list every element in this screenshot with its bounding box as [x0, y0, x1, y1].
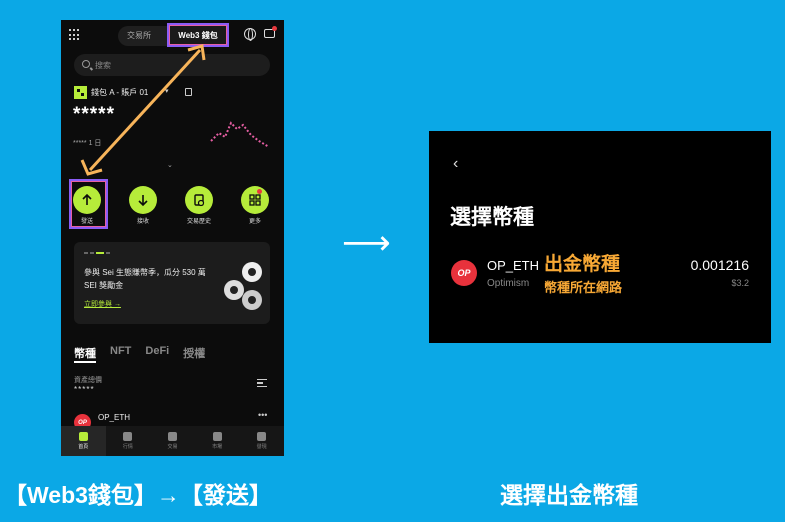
apps-grid-icon[interactable]	[69, 29, 81, 41]
asset-value-masked: *****	[74, 385, 95, 394]
bottom-nav: 首頁 行情 交易 市場 發現	[61, 426, 284, 456]
back-icon[interactable]: ‹	[453, 155, 458, 173]
nav-home[interactable]: 首頁	[61, 426, 106, 456]
trade-icon	[167, 432, 177, 441]
active-tab-indicator	[74, 361, 96, 363]
nav-trade[interactable]: 交易	[150, 426, 195, 456]
step-arrow-icon: ⟶	[342, 224, 391, 262]
wallet-icon	[78, 432, 88, 441]
nav-discover-label: 發現	[256, 444, 267, 450]
caption-right: 選擇出金幣種	[500, 482, 638, 508]
asset-tabs: 幣種 NFT DeFi 授權	[74, 345, 205, 361]
asset-value-label: 資產總價	[74, 377, 102, 384]
token-row[interactable]: OP OP_ETH •••	[74, 410, 270, 431]
expand-chevron-icon[interactable]: ⌄	[167, 161, 173, 169]
tab-exchange[interactable]: 交易所	[127, 30, 151, 41]
caption-left: 【Web3錢包】→【發送】	[4, 482, 272, 508]
receive-label: 接收	[136, 219, 149, 225]
annotation-coin-network: 幣種所在網路	[544, 280, 623, 295]
coin-name[interactable]: OP_ETH	[487, 258, 539, 273]
search-placeholder: 搜索	[95, 61, 111, 70]
wallet-name[interactable]: 錢包 A - 賬戶 01	[91, 87, 148, 98]
phone-screen: 交易所 Web3 錢包 搜索 錢包 A - 賬戶 01 ▾ ***** ****…	[61, 20, 284, 456]
coin-network: Optimism	[487, 278, 530, 289]
page-title: 選擇幣種	[450, 206, 534, 229]
tab-tokens[interactable]: 幣種	[74, 345, 96, 361]
nav-marketplace-label: 市場	[212, 444, 223, 450]
coin-amount: 0.001216	[690, 257, 749, 273]
nav-discover[interactable]: 發現	[239, 426, 284, 456]
carousel-dots	[84, 252, 110, 254]
globe-icon[interactable]	[244, 28, 256, 41]
more-badge-dot	[257, 189, 262, 194]
op-token-icon: OP	[451, 260, 477, 286]
copy-icon[interactable]	[185, 88, 192, 96]
tab-approvals[interactable]: 授權	[183, 345, 205, 361]
select-coin-panel: ‹ 選擇幣種 OP OP_ETH Optimism 出金幣種 幣種所在網路 0.…	[429, 131, 771, 343]
nav-marketplace[interactable]: 市場	[195, 426, 240, 456]
promo-text: 參與 Sei 生態賺幣季，瓜分 530 萬 SEI 獎勵金	[84, 268, 206, 290]
annotation-withdraw-coin: 出金幣種	[544, 254, 621, 275]
send-highlight-box	[69, 179, 108, 229]
promo-banner[interactable]: 參與 Sei 生態賺幣季，瓜分 530 萬 SEI 獎勵金 立即參與 →	[74, 242, 270, 324]
more-label: 更多	[248, 219, 261, 225]
market-icon	[123, 432, 133, 441]
balance-sparkline	[210, 121, 270, 148]
tab-web3-wallet[interactable]: Web3 錢包	[167, 23, 229, 47]
search-input[interactable]: 搜索	[74, 54, 270, 76]
nav-trade-label: 交易	[167, 444, 178, 450]
filter-icon[interactable]	[257, 379, 267, 387]
search-icon	[82, 60, 90, 68]
more-icon	[249, 194, 261, 206]
top-bar: 交易所 Web3 錢包	[61, 20, 284, 50]
balance-masked: *****	[73, 104, 115, 125]
notification-dot	[272, 26, 277, 31]
nav-market-label: 行情	[122, 444, 133, 450]
tab-defi[interactable]: DeFi	[145, 345, 169, 361]
token-name: OP_ETH	[98, 413, 131, 422]
arrow-down-icon	[138, 195, 148, 207]
history-icon	[194, 194, 205, 207]
more-options-icon[interactable]: •••	[258, 410, 267, 420]
discover-icon	[257, 432, 267, 441]
period-label[interactable]: ***** 1 日	[73, 138, 101, 148]
coin-fiat-value: $3.2	[731, 278, 749, 288]
nav-home-label: 首頁	[78, 444, 89, 450]
nav-market[interactable]: 行情	[106, 426, 151, 456]
tab-nft[interactable]: NFT	[110, 345, 131, 361]
more-button[interactable]	[241, 186, 269, 214]
wallet-avatar	[74, 86, 87, 99]
history-button[interactable]	[185, 186, 213, 214]
chevron-down-icon[interactable]: ▾	[165, 87, 169, 95]
promo-join-link[interactable]: 立即參與 →	[84, 299, 121, 309]
tab-web3-label: Web3 錢包	[178, 30, 218, 40]
marketplace-icon	[212, 432, 222, 441]
sei-coins-illustration	[224, 262, 262, 310]
receive-button[interactable]	[129, 186, 157, 214]
history-label: 交易歷史	[186, 219, 211, 225]
